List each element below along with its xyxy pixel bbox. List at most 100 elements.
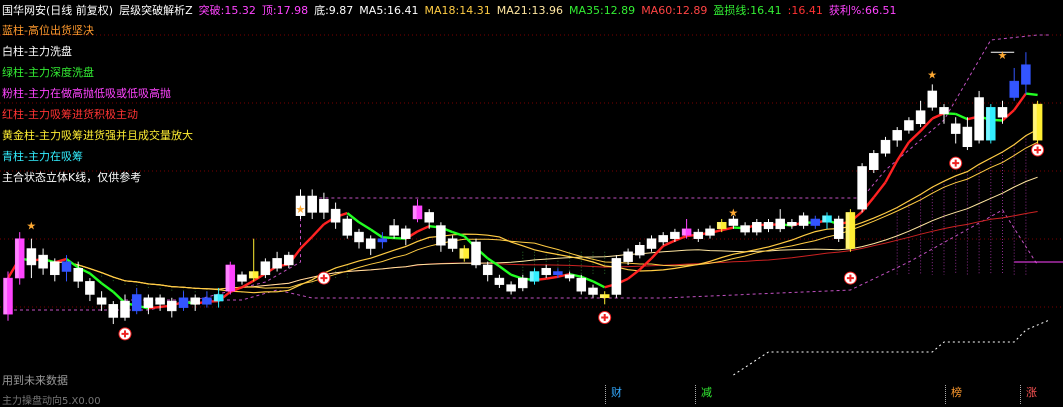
di-label: 底: — [314, 4, 329, 17]
candle-shade — [974, 97, 979, 141]
upper-channel — [8, 34, 1050, 311]
bottom-dashed-line — [733, 319, 1050, 376]
candle-body — [482, 264, 493, 276]
candle-shade — [986, 107, 990, 141]
candle-body — [564, 274, 575, 279]
candle-shade — [389, 225, 394, 236]
extra-value: :16.41 — [787, 4, 823, 17]
candle-shade — [693, 232, 698, 239]
candle-shade — [38, 255, 43, 269]
candle-body — [178, 297, 189, 308]
candle-shade — [845, 212, 850, 249]
candle-shade — [857, 166, 862, 210]
candle-shade — [413, 205, 417, 219]
candle-body — [96, 297, 107, 305]
ma5-segment — [955, 112, 968, 121]
candle-shade — [272, 258, 277, 269]
legend-item: 青柱-主力在吸筹 — [2, 150, 83, 163]
legend-item: 红柱-主力吸筹进货积极主动 — [2, 108, 138, 121]
ma5-segment — [370, 228, 384, 239]
candle-body — [73, 267, 83, 282]
candle-shade — [962, 127, 967, 147]
candle-body — [939, 107, 949, 115]
tag-jian[interactable]: 减 — [698, 384, 715, 400]
candle-body — [588, 287, 598, 295]
candle-body — [307, 195, 317, 213]
ma60-value: 12.89 — [675, 4, 708, 17]
signal-marks: ★ ★ ★ ★ ★ — [26, 49, 1045, 341]
grid — [0, 34, 1063, 308]
ma5-segment — [546, 275, 559, 280]
candle-shade — [775, 218, 780, 229]
ma18-label: MA18: — [424, 4, 460, 17]
legend-item: 绿柱-主力深度洗盘 — [2, 66, 94, 79]
candle-body — [167, 300, 177, 312]
candle-body — [190, 297, 200, 305]
ma21-value: 13.96 — [531, 4, 563, 17]
candle-shade — [1033, 104, 1037, 141]
candle-shade — [892, 130, 897, 141]
candle-body — [752, 222, 762, 233]
ma60-label: MA60: — [641, 4, 676, 17]
candle-shade — [225, 264, 230, 292]
candle-body — [354, 231, 364, 243]
candle-shade — [459, 248, 464, 259]
support-hatching — [77, 135, 1027, 296]
candle-shade — [85, 281, 89, 295]
candle-shade — [869, 153, 873, 170]
legend-item: 粉柱-主力在做高抛低吸或低吸高抛 — [2, 87, 171, 100]
ma21-label: MA21: — [496, 4, 532, 17]
candle-body — [740, 225, 750, 233]
candle-body — [447, 238, 458, 249]
candle-body — [553, 271, 563, 276]
ma5-segment — [908, 130, 922, 144]
di-value: 9.87 — [328, 4, 354, 17]
candle-body — [143, 297, 154, 308]
candle-shade — [530, 271, 534, 282]
legend-item: 主合状态立体K线，仅供参考 — [2, 171, 142, 184]
candle-shade — [916, 110, 920, 124]
tupo-value: 15.32 — [224, 4, 256, 17]
candle-body — [623, 251, 633, 262]
indicator-name: 层级突破解析Z — [119, 4, 193, 17]
legend-item: 白柱-主力洗盘 — [2, 45, 72, 58]
ma5-segment — [592, 280, 606, 289]
ding-label: 顶: — [261, 4, 277, 17]
yingsun-value: 16.41 — [750, 4, 782, 17]
divider-1 — [605, 385, 606, 404]
ma5-segment — [884, 159, 899, 183]
ma5-label: MA5: — [359, 4, 388, 17]
candle-shade — [799, 215, 803, 226]
candle-body — [202, 297, 212, 305]
candle-shade — [471, 241, 476, 265]
runner-icon: ★ — [998, 49, 1008, 62]
ma5-segment — [311, 223, 325, 238]
tag-zhang[interactable]: 涨 — [1023, 384, 1040, 400]
candle-shade — [822, 215, 827, 223]
stock-name: 国华网安(日线 前复权) — [2, 4, 114, 17]
divider-2 — [695, 385, 696, 404]
divider-4 — [1020, 385, 1021, 404]
candle-shade — [927, 90, 932, 108]
tag-bang[interactable]: 榜 — [948, 384, 965, 400]
ma18-line — [7, 128, 1038, 294]
candle-body — [108, 304, 119, 318]
candle-body — [541, 267, 551, 276]
ma5-segment — [100, 282, 115, 293]
candle-shade — [647, 238, 651, 249]
ma35-label: MA35: — [568, 4, 604, 17]
candle-shade — [728, 218, 733, 226]
candle-shade — [249, 271, 253, 279]
candle-shade — [214, 294, 218, 302]
candle-shade — [682, 228, 686, 236]
tag-cai[interactable]: 财 — [608, 384, 625, 400]
future-data-note: 用到未来数据 — [2, 374, 68, 387]
candle-body — [705, 228, 715, 236]
candle-shade — [576, 278, 581, 292]
tupo-label: 突破: — [198, 4, 225, 17]
candle-shade — [120, 301, 125, 318]
ma18-value: 14.31 — [459, 4, 491, 17]
candle-shade — [319, 199, 323, 213]
candle-body — [155, 297, 165, 305]
candle-body — [401, 228, 411, 239]
